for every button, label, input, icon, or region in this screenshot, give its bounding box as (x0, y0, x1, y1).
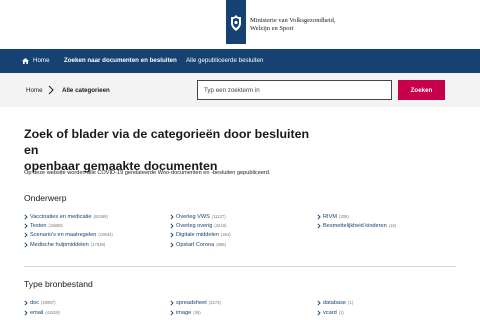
main-nav: Home Zoeken naar documenten en besluiten… (0, 49, 480, 73)
category-label: RIVM (323, 214, 337, 220)
category-count: (15858) (48, 223, 63, 228)
nav-home-label: Home (33, 57, 50, 64)
filetype-count: (40897) (41, 300, 56, 305)
section-heading-onderwerp: Onderwerp (24, 193, 67, 203)
chevron-right-icon (317, 223, 321, 229)
rijksoverheid-logo[interactable] (226, 0, 246, 44)
category-count: (464) (220, 232, 231, 237)
chevron-right-icon (24, 214, 28, 220)
category-label: Digitale middelen (176, 232, 219, 238)
category-count: (10944) (98, 232, 113, 237)
nav-all-published[interactable]: Alle gepubliceerde besluiten (186, 49, 263, 73)
filetype-count: (1) (338, 310, 344, 315)
home-icon (22, 58, 29, 64)
breadcrumb-home[interactable]: Home (26, 87, 43, 94)
chevron-right-icon (317, 300, 321, 306)
page-title-line1: Zoek of blader via de categorieën door b… (24, 127, 310, 157)
category-label: Scenario's en maatregelen (30, 232, 97, 238)
search-button[interactable]: Zoeken (398, 80, 445, 100)
breadcrumb-current: Alle categorieen (62, 87, 110, 94)
chevron-right-icon (170, 242, 174, 248)
chevron-right-icon (48, 85, 54, 95)
filetype-label: image (176, 310, 192, 316)
category-count: (17539) (90, 242, 106, 247)
category-count: (3219) (214, 223, 227, 228)
section-heading-type-bronbestand: Type bronbestand (24, 279, 93, 289)
category-label: Vaccinaties en medicatie (30, 214, 92, 220)
filetype-label: doc (30, 300, 40, 306)
nav-search-documents[interactable]: Zoeken naar documenten en besluiten (64, 49, 177, 73)
category-count: (11127) (211, 214, 226, 219)
category-label: Overleg overig (176, 223, 213, 229)
coat-of-arms-icon (231, 15, 241, 31)
chevron-right-icon (317, 214, 321, 220)
filetype-label: vcard (323, 310, 337, 316)
filetype-count: (2273) (208, 300, 221, 305)
category-label: Testen (30, 223, 47, 229)
category-label: Besmettelijkheid kinderen (323, 223, 387, 229)
category-label: Opstart Corona (176, 242, 215, 248)
chevron-right-icon (24, 223, 28, 229)
chevron-right-icon (170, 223, 174, 229)
chevron-right-icon (24, 242, 28, 248)
chevron-right-icon (24, 300, 28, 306)
category-count: (856) (216, 242, 227, 247)
filetype-label: email (30, 310, 44, 316)
chevron-right-icon (317, 310, 321, 316)
search-input[interactable] (197, 80, 392, 100)
category-count: (62459) (93, 214, 108, 219)
filetype-count: (36) (193, 310, 201, 315)
page-title: Zoek of blader via de categorieën door b… (24, 126, 324, 174)
chevron-right-icon (24, 232, 28, 238)
section-divider (24, 266, 456, 267)
site-header: Ministerie van Volksgezondheid, Welzijn … (0, 0, 480, 48)
category-count: (16) (388, 223, 397, 228)
ministry-name-line1: Ministerie van Volksgezondheid, (250, 17, 336, 24)
chevron-right-icon (24, 310, 28, 316)
chevron-right-icon (170, 214, 174, 220)
category-label: Medische hulpmiddelen (30, 242, 89, 248)
ministry-name: Ministerie van Volksgezondheid, Welzijn … (250, 17, 336, 32)
filetype-label: spreadsheet (176, 300, 207, 306)
category-count: (209) (338, 214, 349, 219)
filetype-count: (1) (348, 300, 354, 305)
category-label: Overleg VWS (176, 214, 210, 220)
chevron-right-icon (170, 300, 174, 306)
chevron-right-icon (170, 232, 174, 238)
filetype-label: database (323, 300, 347, 306)
ministry-name-line2: Welzijn en Sport (250, 24, 294, 32)
chevron-right-icon (170, 310, 174, 316)
intro-text: Op deze website worden alle COVID-19 ger… (24, 170, 271, 176)
filetype-count: (41819) (45, 310, 60, 315)
